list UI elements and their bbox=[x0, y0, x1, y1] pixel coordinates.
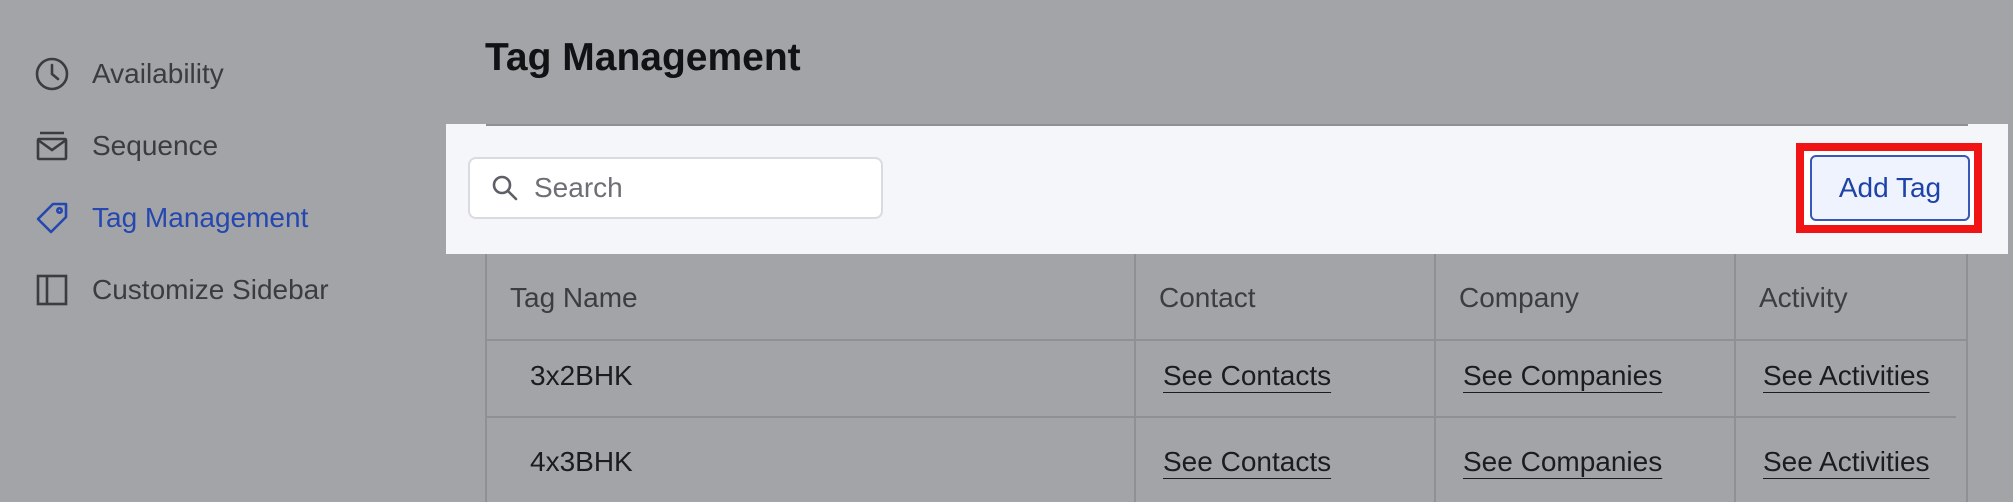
divider bbox=[486, 124, 1968, 126]
mail-tray-icon bbox=[32, 126, 72, 166]
see-companies-link[interactable]: See Companies bbox=[1463, 446, 1662, 478]
see-activities-link[interactable]: See Activities bbox=[1763, 360, 1930, 392]
column-header-contact: Contact bbox=[1159, 282, 1256, 313]
column-divider bbox=[1434, 254, 1436, 502]
tags-table: Tag Name Contact Company Activity 3x2BHK… bbox=[485, 254, 1968, 502]
see-contacts-link[interactable]: See Contacts bbox=[1163, 446, 1331, 478]
search-icon bbox=[490, 173, 520, 203]
toolbar bbox=[446, 124, 2008, 254]
column-header-tag-name: Tag Name bbox=[510, 282, 638, 313]
search-box[interactable] bbox=[468, 157, 883, 219]
tag-name-cell: 4x3BHK bbox=[530, 446, 633, 477]
sidebar: Availability Sequence Tag Management Cus… bbox=[0, 0, 440, 502]
sidebar-item-label: Customize Sidebar bbox=[92, 274, 329, 305]
add-tag-button[interactable]: Add Tag bbox=[1810, 155, 1970, 221]
sidebar-item-sequence[interactable]: Sequence bbox=[32, 121, 218, 171]
tag-icon bbox=[32, 198, 72, 238]
page-title: Tag Management bbox=[485, 36, 801, 79]
column-divider bbox=[1134, 254, 1136, 502]
tag-name-cell: 3x2BHK bbox=[530, 360, 633, 391]
clock-icon bbox=[32, 54, 72, 94]
sidebar-item-label: Tag Management bbox=[92, 202, 309, 233]
sidebar-item-customize-sidebar[interactable]: Customize Sidebar bbox=[32, 265, 329, 315]
sidebar-layout-icon bbox=[32, 270, 72, 310]
see-companies-link[interactable]: See Companies bbox=[1463, 360, 1662, 392]
header-divider bbox=[487, 339, 1966, 341]
sidebar-item-label: Sequence bbox=[92, 130, 219, 161]
search-input[interactable] bbox=[534, 172, 854, 204]
column-header-activity: Activity bbox=[1759, 282, 1848, 313]
row-divider bbox=[487, 416, 1956, 418]
see-activities-link[interactable]: See Activities bbox=[1763, 446, 1930, 478]
column-header-company: Company bbox=[1459, 282, 1579, 313]
see-contacts-link[interactable]: See Contacts bbox=[1163, 360, 1331, 392]
sidebar-item-tag-management[interactable]: Tag Management bbox=[32, 193, 308, 243]
sidebar-item-label: Availability bbox=[92, 58, 224, 89]
column-divider bbox=[1734, 254, 1736, 502]
sidebar-item-availability[interactable]: Availability bbox=[32, 49, 224, 99]
